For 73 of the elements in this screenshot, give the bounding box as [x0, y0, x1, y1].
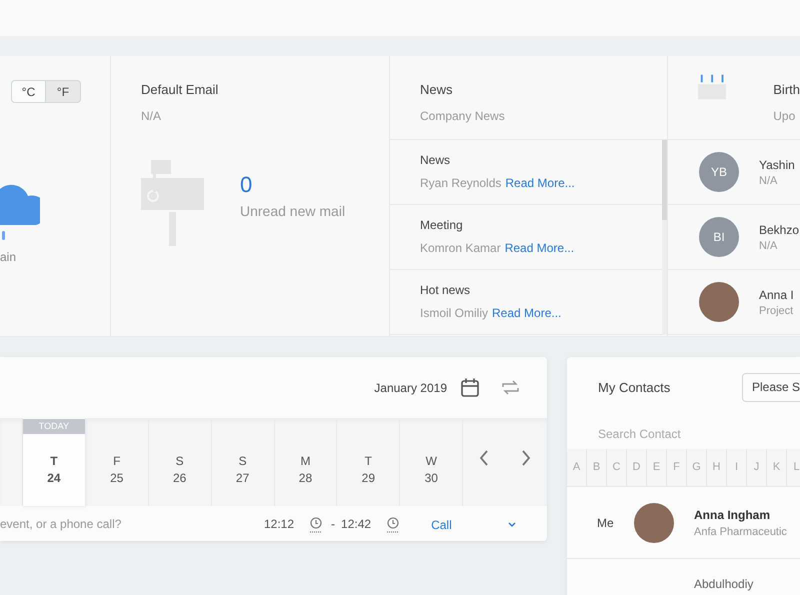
panel-subtitle: Company News	[420, 109, 506, 123]
person-detail: N/A	[759, 240, 778, 252]
day-cell[interactable]: T 29	[337, 418, 400, 506]
clock-icon	[387, 516, 400, 532]
contact-company: Anfa Pharmaceutic	[694, 526, 787, 538]
letter-filter[interactable]: I	[727, 449, 747, 486]
letter-filter[interactable]: D	[627, 449, 647, 486]
avatar: YB	[699, 152, 739, 192]
cake-icon	[698, 74, 726, 100]
repeat-icon	[502, 379, 519, 396]
day-cell[interactable]: TODAY T 24	[22, 418, 86, 506]
scrollbar-thumb[interactable]	[662, 140, 667, 220]
letter-filter[interactable]: E	[647, 449, 667, 486]
news-title: News	[420, 153, 452, 167]
clock-icon	[310, 516, 322, 532]
chevron-right-icon	[521, 450, 532, 466]
person-name: Yashin	[759, 158, 795, 172]
letter-filter[interactable]: C	[607, 449, 627, 486]
news-title: Hot news	[420, 283, 472, 297]
panel-subtitle: Upo	[773, 109, 796, 123]
panel-title: Default Email	[141, 82, 220, 97]
read-more-link[interactable]: Read More...	[492, 306, 562, 320]
person-name: Anna I	[759, 288, 794, 302]
event-type-select[interactable]: Call	[431, 518, 516, 536]
panel-title: Birth	[773, 82, 800, 97]
avatar-photo-placeholder	[634, 502, 674, 542]
news-title: Meeting	[420, 218, 464, 232]
unit-toggle-button[interactable]: °C	[11, 80, 46, 103]
day-cell[interactable]: S 26	[148, 418, 212, 506]
avatar-photo-placeholder	[699, 282, 739, 322]
person-detail: Project	[759, 304, 794, 316]
end-time[interactable]: 12:42	[341, 516, 372, 530]
event-type: Call	[431, 518, 452, 532]
letter-filter[interactable]: K	[767, 449, 787, 486]
month-label: January 2019	[374, 380, 447, 394]
letter-filter[interactable]: B	[587, 449, 607, 486]
read-more-link[interactable]: Read More...	[505, 176, 575, 190]
news-author: Ismoil Omiliy	[420, 306, 488, 320]
search-field[interactable]: Search Contact	[598, 418, 778, 449]
chevron-left-icon	[479, 450, 490, 466]
filter-select[interactable]: Please S	[742, 373, 800, 402]
news-author: Ryan Reynolds	[420, 176, 502, 190]
letter-filter[interactable]: J	[747, 449, 767, 486]
panel-title: News	[420, 82, 454, 97]
letter-filter[interactable]: A	[567, 449, 587, 486]
today-label: TODAY	[22, 419, 85, 434]
letter-filter[interactable]: H	[707, 449, 727, 486]
person-detail: N/A	[759, 174, 778, 186]
day-cell[interactable]: W 30	[400, 418, 464, 506]
letter-filter[interactable]: G	[687, 449, 707, 486]
unit-toggle-button[interactable]: °F	[46, 80, 81, 103]
start-time[interactable]: 12:12	[264, 516, 294, 530]
day-cell[interactable]: F 25	[86, 418, 149, 506]
contact-name: Anna Ingham	[694, 508, 772, 522]
unread-count: 0	[240, 172, 254, 198]
card-title: My Contacts	[598, 380, 670, 395]
unread-label: Unread new mail	[240, 202, 346, 221]
weather-condition: ain	[0, 250, 16, 264]
avatar: BI	[699, 217, 739, 257]
day-cell[interactable]: M 28	[274, 418, 338, 506]
time-separator: -	[331, 516, 336, 530]
calendar-icon	[461, 378, 479, 397]
read-more-link[interactable]: Read More...	[504, 241, 574, 255]
caret-icon	[508, 522, 516, 527]
email-address: N/A	[141, 109, 162, 123]
contact-label: Me	[596, 516, 615, 530]
person-name: Bekhzo	[759, 222, 800, 236]
news-author: Komron Kamar	[420, 241, 501, 255]
day-cell[interactable]: S 27	[212, 418, 275, 506]
letter-filter[interactable]: L	[787, 449, 800, 486]
letter-filter[interactable]: F	[667, 449, 687, 486]
event-input-field[interactable]: event, or a phone call?	[0, 516, 258, 530]
contact-name: Abdulhodiy	[694, 577, 754, 591]
